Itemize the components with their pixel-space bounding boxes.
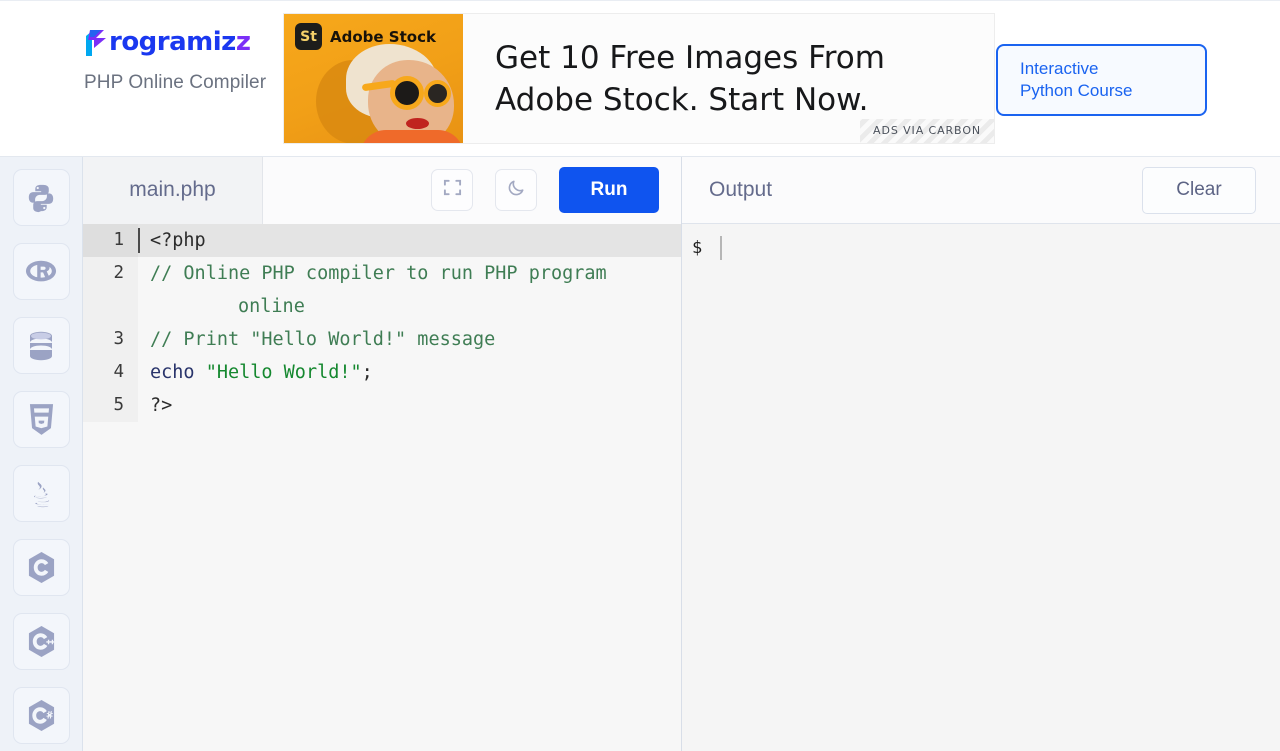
sidebar-item-r[interactable] [12,243,70,300]
fullscreen-icon [443,178,462,202]
semicolon-token: ; [361,362,373,383]
cpp-icon [27,626,56,657]
sidebar-item-csharp[interactable] [12,687,70,744]
sidebar-item-html[interactable] [12,391,70,448]
fullscreen-button[interactable] [431,169,473,211]
code-line-4: 4 echo "Hello World!"; [83,356,681,389]
output-title: Output [709,178,773,201]
page-header: rogramizz PHP Online Compiler St Adobe S… [0,0,1280,157]
output-console[interactable]: $ [682,224,1280,751]
adobe-stock-wordmark: Adobe Stock [330,27,436,46]
comment-token-wrapped: online [238,296,305,317]
code-line-content: ?> [150,395,173,416]
editor-toolbar-actions: Run [263,156,681,224]
clear-button[interactable]: Clear [1142,166,1256,214]
app-root: rogramizz PHP Online Compiler St Adobe S… [0,0,1280,751]
adobe-stock-logo: St Adobe Stock [295,23,436,50]
programiz-logo-icon [84,29,108,56]
cta-line-1: Interactive [1020,59,1099,78]
ad-headline: Get 10 Free Images From Adobe Stock. Sta… [495,39,885,118]
output-panel: Output Clear $ [682,157,1280,751]
sidebar-item-sql[interactable] [12,317,70,374]
run-button[interactable]: Run [559,167,659,213]
keyword-token: echo [150,362,195,383]
comment-token: // Online PHP compiler to run PHP progra… [150,263,607,284]
code-line-5: 5 ?> [83,389,681,422]
logo-row: rogramizz [84,26,269,58]
string-token: "Hello World!" [205,362,362,383]
advertisement-banner[interactable]: St Adobe Stock Get 10 Free Images From A… [283,13,995,144]
database-icon [28,331,54,361]
interactive-python-course-button[interactable]: Interactive Python Course [996,44,1207,116]
sidebar-item-c[interactable] [12,539,70,596]
line-number: 3 [83,323,138,356]
code-line-2: 2 // Online PHP compiler to run PHP prog… [83,257,681,323]
moon-icon [507,178,526,202]
tab-main-php[interactable]: main.php [83,156,263,224]
console-cursor [720,236,723,260]
brand-name: rogramizz [109,26,251,57]
line-number: 2 [83,257,138,323]
ads-via-carbon-label[interactable]: ADS VIA CARBON [860,119,994,143]
console-prompt: $ [692,238,703,258]
ad-body: Get 10 Free Images From Adobe Stock. Sta… [463,14,994,143]
ad-photo-illustration [316,44,463,143]
brand-name-tail: z [235,26,251,57]
csharp-icon [27,700,56,731]
ad-image: St Adobe Stock [284,14,463,143]
java-icon [26,479,56,509]
cta-line-2: Python Course [1020,81,1133,100]
cta-label: Interactive Python Course [998,58,1132,102]
adobe-stock-badge: St [295,23,322,50]
code-line-content: // Print "Hello World!" message [138,323,681,356]
brand-subtitle: PHP Online Compiler [84,72,267,93]
brand-block[interactable]: rogramizz PHP Online Compiler [84,26,269,97]
output-toolbar: Output Clear [682,157,1280,224]
r-icon [25,258,57,286]
editor-toolbar: main.php Run [83,156,681,224]
line-number: 5 [83,389,138,422]
line-number: 1 [83,224,138,257]
code-line-content: echo "Hello World!"; [138,356,681,389]
line-number: 4 [83,356,138,389]
dark-mode-toggle[interactable] [495,169,537,211]
code-line-3: 3 // Print "Hello World!" message [83,323,681,356]
code-text-area[interactable]: 1 <?php 2 // Online PHP compiler to run … [83,224,681,751]
code-line-1: 1 <?php [83,224,681,257]
code-editor-panel: main.php Run 1 <?php 2 // Online PHP com… [83,156,682,751]
html5-icon [28,404,55,435]
python-icon [26,183,56,213]
language-sidebar [0,157,83,751]
sidebar-item-python[interactable] [12,169,70,226]
brand-name-rest: rogramiz [109,26,236,57]
c-icon [27,552,56,583]
sidebar-item-cpp[interactable] [12,613,70,670]
text-cursor [138,228,140,253]
comment-token: // Print "Hello World!" message [150,329,496,350]
code-line-content: // Online PHP compiler to run PHP progra… [138,257,681,323]
sidebar-item-java[interactable] [12,465,70,522]
code-line-content: <?php [138,224,681,257]
